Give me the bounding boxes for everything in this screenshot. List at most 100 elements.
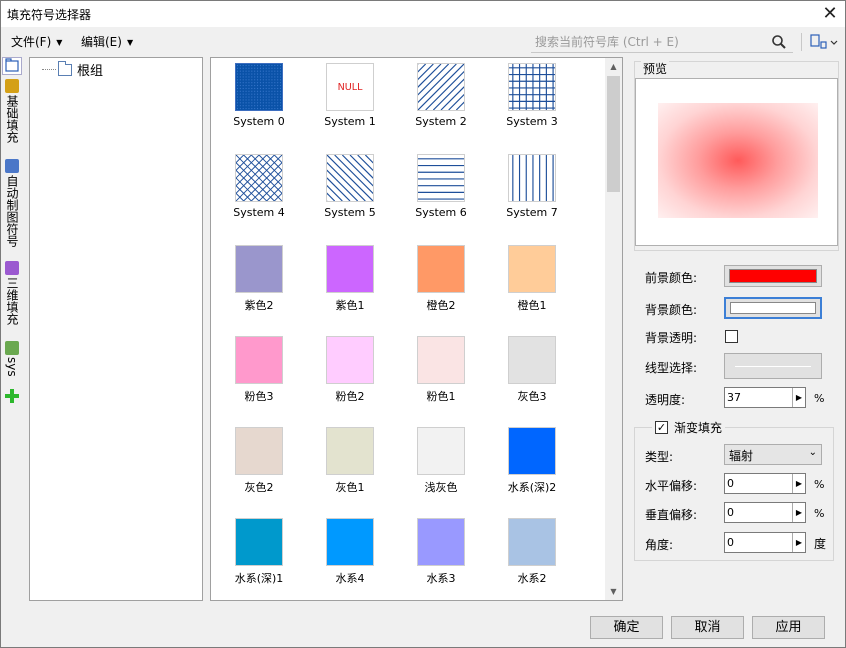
ok-button[interactable]: 确定: [590, 616, 663, 639]
line-type-label: 线型选择:: [645, 361, 698, 375]
close-icon[interactable]: ✕: [815, 1, 845, 27]
category-tabs: 基础填充 自动制图符号 三维填充 sys: [1, 55, 23, 605]
view-mode-icon[interactable]: [809, 33, 839, 51]
chevron-right-icon[interactable]: ▶: [792, 474, 805, 493]
symbol-swatch: [508, 63, 556, 111]
symbol-cell[interactable]: 紫色2: [219, 242, 299, 330]
symbol-cell[interactable]: System 3: [492, 60, 572, 148]
symbol-cell[interactable]: 水系(深)1: [219, 515, 299, 600]
symbol-swatch: [326, 427, 374, 475]
bg-transparent-checkbox[interactable]: [725, 330, 738, 343]
scroll-up-icon[interactable]: ▲: [605, 58, 622, 75]
symbol-cell[interactable]: System 6: [401, 151, 481, 239]
bg-color-button[interactable]: [724, 297, 822, 319]
symbol-cell[interactable]: 浅灰色: [401, 424, 481, 512]
symbol-label: 橙色1: [517, 299, 547, 312]
v-offset-input[interactable]: [727, 504, 791, 521]
system-fill-icon: [5, 341, 19, 355]
cancel-button[interactable]: 取消: [671, 616, 744, 639]
opacity-stepper[interactable]: ▶: [724, 387, 806, 408]
angle-stepper[interactable]: ▶: [724, 532, 806, 553]
symbol-label: 紫色2: [244, 299, 274, 312]
scroll-thumb[interactable]: [607, 76, 620, 192]
symbol-cell[interactable]: System 4: [219, 151, 299, 239]
opacity-unit: %: [814, 392, 825, 405]
tab-tree[interactable]: [2, 57, 22, 75]
opacity-input[interactable]: [727, 389, 791, 406]
folder-icon: [58, 60, 72, 76]
symbol-swatch: [326, 518, 374, 566]
chevron-right-icon[interactable]: ▶: [792, 388, 805, 407]
symbol-label: 粉色3: [244, 390, 274, 403]
menu-bar: 文件(F) ▼ 编辑(E) ▼: [1, 27, 845, 55]
tab-basic-fill[interactable]: 基础填充: [2, 79, 22, 143]
symbol-cell[interactable]: System 2: [401, 60, 481, 148]
add-category-button[interactable]: [2, 389, 22, 403]
symbol-swatch: [417, 154, 465, 202]
symbol-label: System 0: [233, 115, 285, 128]
symbol-cell[interactable]: 水系3: [401, 515, 481, 600]
h-offset-unit: %: [814, 478, 825, 491]
symbol-cell[interactable]: 粉色3: [219, 333, 299, 421]
symbol-cell[interactable]: 水系4: [310, 515, 390, 600]
v-offset-unit: %: [814, 507, 825, 520]
symbol-cell[interactable]: System 0: [219, 60, 299, 148]
chevron-right-icon[interactable]: ▶: [792, 533, 805, 552]
search-icon[interactable]: [771, 34, 787, 50]
symbol-cell[interactable]: 紫色1: [310, 242, 390, 330]
symbol-label: System 4: [233, 206, 285, 219]
gradient-checkbox[interactable]: ✓: [655, 421, 668, 434]
menu-file-label: 文件(F): [11, 35, 52, 49]
tree-root-label: 根组: [77, 64, 104, 79]
search-box: [531, 31, 793, 53]
tree-root-node[interactable]: 根组: [42, 60, 103, 79]
h-offset-input[interactable]: [727, 475, 791, 492]
pattern-fill-icon: [5, 79, 19, 93]
fg-color-label: 前景颜色:: [645, 271, 698, 285]
symbol-cell[interactable]: 粉色2: [310, 333, 390, 421]
symbol-cell[interactable]: 灰色1: [310, 424, 390, 512]
tab-sys[interactable]: sys: [2, 341, 22, 377]
angle-input[interactable]: [727, 534, 791, 551]
apply-button[interactable]: 应用: [752, 616, 825, 639]
svg-text:NULL: NULL: [338, 82, 364, 93]
scroll-down-icon[interactable]: ▼: [605, 583, 622, 600]
chevron-right-icon[interactable]: ▶: [792, 503, 805, 522]
symbol-cell[interactable]: 粉色1: [401, 333, 481, 421]
search-input[interactable]: [535, 33, 763, 51]
menu-file[interactable]: 文件(F) ▼: [11, 33, 62, 50]
symbol-label: 水系(深)1: [234, 572, 284, 585]
h-offset-stepper[interactable]: ▶: [724, 473, 806, 494]
symbol-cell[interactable]: 灰色2: [219, 424, 299, 512]
symbol-swatch: [235, 518, 283, 566]
symbol-cell[interactable]: 橙色1: [492, 242, 572, 330]
symbol-label: 浅灰色: [424, 481, 458, 494]
symbol-cell[interactable]: 灰色3: [492, 333, 572, 421]
symbol-swatch: [235, 245, 283, 293]
symbol-cell[interactable]: System 5: [310, 151, 390, 239]
v-offset-stepper[interactable]: ▶: [724, 502, 806, 523]
symbol-cell[interactable]: NULL System 1: [310, 60, 390, 148]
menu-edit[interactable]: 编辑(E) ▼: [81, 33, 133, 50]
tab-3d-fill[interactable]: 三维填充: [2, 261, 22, 325]
line-type-button[interactable]: [724, 353, 822, 379]
symbol-swatch: [417, 336, 465, 384]
symbol-cell[interactable]: 水系(深)2: [492, 424, 572, 512]
symbol-swatch: [417, 518, 465, 566]
tab-auto-map-symbol[interactable]: 自动制图符号: [2, 159, 22, 247]
fg-color-button[interactable]: [724, 265, 822, 287]
symbol-cell[interactable]: 水系2: [492, 515, 572, 600]
h-offset-label: 水平偏移:: [645, 479, 698, 493]
symbol-cell[interactable]: System 7: [492, 151, 572, 239]
grid-scrollbar[interactable]: ▲ ▼: [605, 58, 622, 600]
symbol-cell[interactable]: 橙色2: [401, 242, 481, 330]
symbol-swatch: [326, 245, 374, 293]
symbol-label: 灰色2: [244, 481, 274, 494]
gradient-type-select[interactable]: 辐射 ⌄: [724, 444, 822, 465]
gradient-toggle[interactable]: ✓ 渐变填充: [652, 419, 726, 436]
gradient-label: 渐变填充: [674, 421, 723, 435]
chevron-down-icon: ▼: [56, 38, 63, 47]
3d-fill-icon: [5, 261, 19, 275]
menu-edit-label: 编辑(E): [81, 35, 122, 49]
symbol-swatch: NULL: [326, 63, 374, 111]
